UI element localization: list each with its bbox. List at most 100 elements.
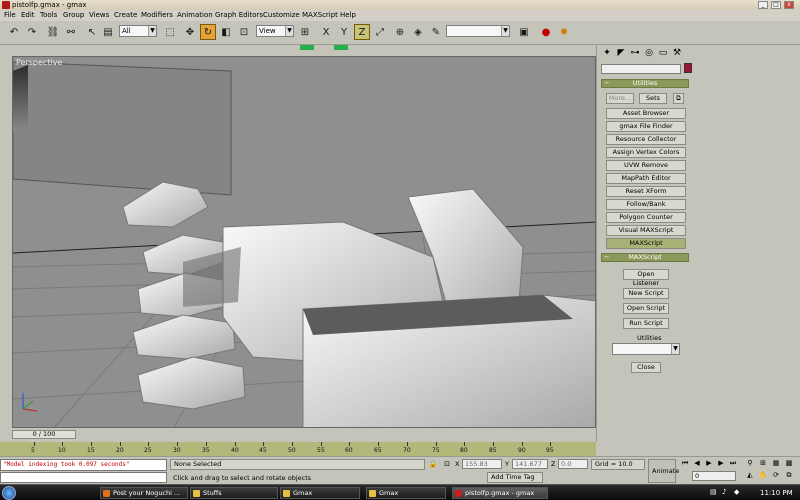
named-selection-dropdown[interactable]: ▼ [446,25,510,37]
close-rollout-button[interactable]: Close [631,362,661,373]
absolute-mode-icon[interactable]: ⊡ [442,460,452,469]
snap-icon[interactable]: ⊕ [392,24,408,40]
layout-tab-icon[interactable] [334,45,348,50]
menu-edit[interactable]: Edit [21,11,35,19]
axis-x-icon[interactable]: X [318,24,334,40]
hierarchy-tab-icon[interactable]: ⊶ [629,47,641,59]
menu-graph-editors[interactable]: Graph Editors [215,11,263,19]
taskbar-item-browser[interactable]: Post your Noguchi ... [100,487,188,499]
select-object-icon[interactable]: ↖ [84,24,100,40]
select-and-move-icon[interactable]: ✥ [182,24,198,40]
resource-collector-button[interactable]: Resource Collector [606,134,686,145]
utilities-tab-icon[interactable]: ⚒ [671,47,683,59]
open-script-button[interactable]: Open Script [623,303,669,314]
run-script-button[interactable]: Run Script [623,318,669,329]
perspective-viewport[interactable]: Perspective [12,56,596,428]
object-color-swatch[interactable] [684,63,692,73]
start-button-icon[interactable] [2,486,16,500]
go-to-end-icon[interactable]: ⏭ [728,459,738,468]
reference-coord-dropdown[interactable]: View ▼ [256,25,294,37]
select-and-link-icon[interactable]: ⛓ [45,24,61,40]
z-coord-field[interactable]: 0.0 [558,459,588,469]
more-button[interactable]: More... [606,93,634,104]
mappath-editor-button[interactable]: MapPath Editor [606,173,686,184]
select-by-name-icon[interactable]: ▤ [100,24,116,40]
undo-icon[interactable]: ↶ [6,24,22,40]
maxscript-mini-listener[interactable]: "Model indexing took 0.097 seconds" [0,459,167,471]
security-icon[interactable]: ◆ [734,488,739,496]
select-and-scale-icon[interactable]: ◧ [218,24,234,40]
time-slider[interactable]: 0 / 100 [12,430,76,439]
menu-animation[interactable]: Animation [177,11,213,19]
x-coord-field[interactable]: 155.83 [462,459,502,469]
redo-icon[interactable]: ↷ [24,24,40,40]
lock-selection-icon[interactable]: 🔒 [428,460,438,469]
axis-constraint-icon[interactable]: ⤢ [372,24,388,40]
select-and-rotate-icon[interactable]: ↻ [200,24,216,40]
assign-vertex-colors-button[interactable]: Assign Vertex Colors [606,147,686,158]
asset-browser-button[interactable]: Asset Browser [606,108,686,119]
taskbar-item-gmax-app[interactable]: pistolfp.gmax - gmax [452,487,548,499]
menu-modifiers[interactable]: Modifiers [141,11,173,19]
follow-bank-button[interactable]: Follow/Bank [606,199,686,210]
utilities-rollout-header[interactable]: − Utilities [601,79,689,88]
menu-create[interactable]: Create [114,11,137,19]
open-listener-button[interactable]: Open Listener [623,269,669,287]
angle-snap-icon[interactable]: ◈ [410,24,426,40]
zoom-icon[interactable]: ⚲ [745,459,755,468]
animate-button[interactable]: Animate [648,459,679,483]
taskbar-item-folder[interactable]: Stuffs [190,487,278,499]
display-tab-icon[interactable]: ▭ [657,47,669,59]
add-time-tag-button[interactable]: Add Time Tag [487,472,543,483]
taskbar-clock[interactable]: 11:10 PM [760,489,793,497]
maximize-viewport-icon[interactable]: ⧉ [784,471,794,480]
pan-icon[interactable]: ✋ [758,471,768,480]
menu-file[interactable]: File [4,11,16,19]
zoom-extents-icon[interactable]: ▦ [771,459,781,468]
y-coord-field[interactable]: 141.677 [512,459,548,469]
zoom-extents-all-icon[interactable]: ▩ [784,459,794,468]
select-region-icon[interactable]: ⬚ [162,24,178,40]
play-icon[interactable]: ▶ [704,459,714,468]
menu-maxscript[interactable]: MAXScript [302,11,338,19]
current-frame-field[interactable]: 0 [692,471,736,481]
visual-maxscript-button[interactable]: Visual MAXScript [606,225,686,236]
material-editor-icon[interactable]: ● [538,24,554,40]
menu-customize[interactable]: Customize [263,11,300,19]
use-center-icon[interactable]: ⊞ [297,24,313,40]
volume-icon[interactable]: ♪ [722,488,726,496]
create-tab-icon[interactable]: ✦ [601,47,613,59]
maxscript-mini-listener-input[interactable] [0,472,167,483]
render-icon[interactable]: ✹ [556,24,572,40]
arc-rotate-icon[interactable]: ⟳ [771,471,781,480]
time-slider-track[interactable] [0,428,596,442]
minimize-icon[interactable]: _ [758,1,768,9]
zoom-all-icon[interactable]: ⊞ [758,459,768,468]
track-bar[interactable]: 5 10 15 20 25 30 35 40 45 50 55 60 65 70… [0,442,596,456]
next-frame-icon[interactable]: ▶ [716,459,726,468]
mirror-icon[interactable]: ▣ [516,24,532,40]
uvw-remove-button[interactable]: UVW Remove [606,160,686,171]
field-of-view-icon[interactable]: ◭ [745,471,755,480]
sets-button[interactable]: Sets [639,93,667,104]
menu-group[interactable]: Group [63,11,84,19]
menu-views[interactable]: Views [89,11,109,19]
axis-y-icon[interactable]: Y [336,24,352,40]
percent-snap-icon[interactable]: ✎ [428,24,444,40]
selection-filter-dropdown[interactable]: All ▼ [119,25,157,37]
viewport-label[interactable]: Perspective [16,58,62,67]
network-icon[interactable]: ▤ [710,488,717,496]
motion-tab-icon[interactable]: ◎ [643,47,655,59]
previous-frame-icon[interactable]: ◀ [692,459,702,468]
object-name-field[interactable] [601,64,681,74]
utilities-dropdown[interactable]: ▼ [612,343,680,355]
maxscript-button[interactable]: MAXScript [606,238,686,249]
file-finder-button[interactable]: gmax File Finder [606,121,686,132]
maxscript-rollout-header[interactable]: − MAXScript [601,253,689,262]
pivot-icon[interactable]: ⊡ [236,24,252,40]
taskbar-item-gmax-folder[interactable]: Gmax [280,487,360,499]
go-to-start-icon[interactable]: ⏮ [680,459,690,468]
reset-xform-button[interactable]: Reset XForm [606,186,686,197]
axis-z-icon[interactable]: Z [354,24,370,40]
unlink-icon[interactable]: ⚯ [63,24,79,40]
